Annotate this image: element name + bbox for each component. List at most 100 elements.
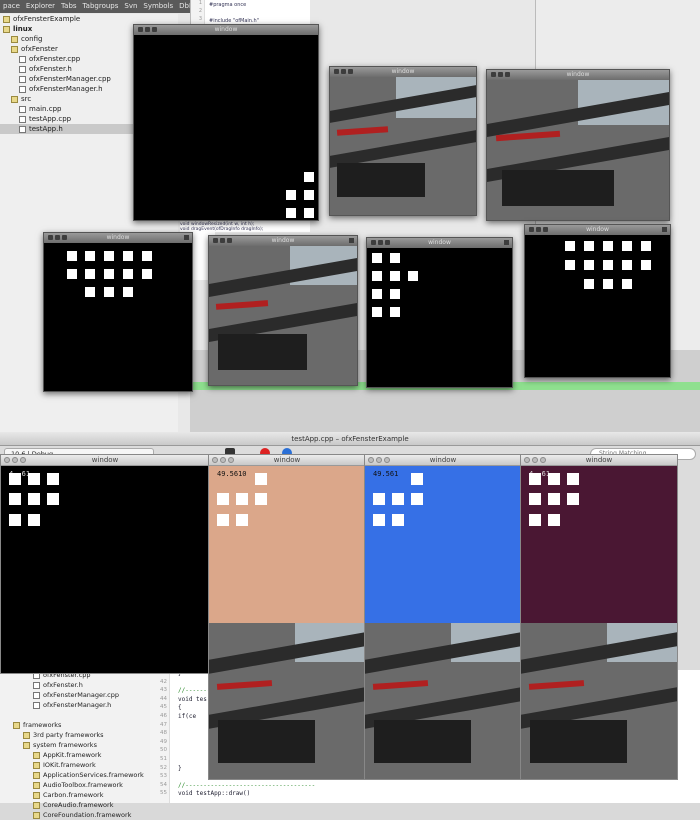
tree-item-label: ApplicationServices.framework (43, 771, 144, 779)
window-titlebar[interactable]: window (365, 455, 521, 466)
tree-item[interactable]: ofxFensterManager.cpp (0, 690, 150, 700)
folder-icon (3, 15, 10, 23)
window-canvas (44, 243, 192, 391)
tree-item[interactable]: Carbon.framework (0, 790, 150, 800)
top-sidebar-tabs: pace Explorer Tabs Tabgroups Svn Symbols DbEx (0, 0, 200, 13)
code-line: { (178, 704, 182, 712)
tree-item-label: ofxFenster.cpp (29, 55, 81, 63)
window-title: window (586, 226, 609, 233)
tree-item[interactable]: ofxFenster.h (0, 680, 150, 690)
window-photo (209, 246, 357, 385)
tree-item-label: ofxFensterExample (13, 15, 81, 23)
line-number: 45 (160, 704, 167, 711)
tree-item-label: testApp.cpp (29, 115, 72, 123)
window-black-triangle[interactable]: window (524, 224, 671, 378)
window-titlebar[interactable]: window (134, 25, 318, 35)
window-canvas: 4_.61 (1, 466, 209, 673)
tree-item-label: CoreFoundation.framework (43, 811, 132, 819)
tree-item-label: AudioToolbox.framework (43, 781, 123, 789)
tree-item[interactable]: AudioToolbox.framework (0, 780, 150, 790)
window-titlebar[interactable]: window (330, 67, 476, 77)
folder-icon (33, 791, 40, 799)
window-titlebar[interactable]: window (525, 225, 670, 235)
window-photo-3[interactable]: window (208, 235, 358, 386)
window-photo (521, 623, 677, 779)
code-line: #pragma once (209, 2, 247, 8)
window-canvas (134, 35, 318, 220)
fps-readout: 49.5610 (217, 470, 247, 478)
file-icon (19, 55, 26, 63)
line-number: 54 (160, 781, 167, 788)
line-number: 3 (198, 16, 202, 22)
sidebar-tab[interactable]: Tabs (61, 2, 77, 11)
tree-item[interactable] (0, 710, 150, 720)
folder-icon (13, 721, 20, 729)
window-title: window (585, 456, 613, 464)
folder-icon (23, 731, 30, 739)
window-black-grid[interactable]: window (43, 232, 193, 392)
line-number: 49 (160, 738, 167, 745)
window-titlebar[interactable]: window (209, 455, 365, 466)
sidebar-tab[interactable]: Svn (124, 2, 137, 11)
tree-item-label: system frameworks (33, 741, 97, 749)
mac-window-plum[interactable]: window 4_.61 (520, 454, 678, 780)
tree-item[interactable]: IOKit.framework (0, 760, 150, 770)
window-black-corner[interactable]: window (133, 24, 319, 221)
tree-item[interactable]: ApplicationServices.framework (0, 770, 150, 780)
window-titlebar[interactable]: window (367, 238, 512, 248)
sidebar-tab[interactable]: Symbols (143, 2, 173, 11)
tree-item[interactable]: CoreAudio.framework (0, 800, 150, 810)
window-title: window (273, 456, 301, 464)
window-titlebar[interactable]: window (1, 455, 209, 466)
tree-item-label: AppKit.framework (43, 751, 102, 759)
mac-window-blue[interactable]: window 49.561 (364, 454, 522, 780)
tree-item-label: linux (13, 25, 33, 33)
folder-icon (33, 771, 40, 779)
file-icon (33, 701, 40, 709)
tree-item[interactable]: AppKit.framework (0, 750, 150, 760)
file-icon (19, 65, 26, 73)
folder-icon (33, 761, 40, 769)
mac-window-black[interactable]: window 4_.61 (0, 454, 210, 674)
xcode-window-title: testApp.cpp – ofxFensterExample (0, 432, 700, 446)
folder-icon (11, 45, 18, 53)
sidebar-tab[interactable]: Explorer (26, 2, 55, 11)
window-title: window (429, 456, 457, 464)
tree-item[interactable]: frameworks (0, 720, 150, 730)
tree-item[interactable]: CoreFoundation.framework (0, 810, 150, 820)
line-number: 53 (160, 773, 167, 780)
tree-item[interactable]: ofxFensterManager.h (0, 700, 150, 710)
folder-icon (11, 35, 18, 43)
window-photo-2[interactable]: window (486, 69, 670, 221)
tree-item[interactable]: system frameworks (0, 740, 150, 750)
window-photo-1[interactable]: window (329, 66, 477, 216)
mac-window-peach[interactable]: window 49.5610 (208, 454, 366, 780)
tree-item-label: ofxFensterManager.h (43, 701, 112, 709)
folder-icon (3, 25, 10, 33)
window-black-column[interactable]: window (366, 237, 513, 388)
tree-item-label: ofxFensterManager.h (29, 85, 103, 93)
line-number: 51 (160, 755, 167, 762)
line-number: 50 (160, 747, 167, 754)
window-canvas (525, 235, 670, 377)
tree-item[interactable]: ofxFensterExample (0, 14, 178, 24)
window-titlebar[interactable]: window (209, 236, 357, 246)
tree-item-label: 3rd party frameworks (33, 731, 104, 739)
file-icon (19, 125, 26, 133)
window-titlebar[interactable]: window (44, 233, 192, 243)
line-number: 44 (160, 695, 167, 702)
window-title: window (391, 68, 415, 75)
code-line: } (178, 764, 182, 772)
tree-item[interactable]: 3rd party frameworks (0, 730, 150, 740)
tree-item-label: ofxFensterManager.cpp (43, 691, 120, 699)
xcode-project-tree: ofxFenster.cpp ofxFenster.h ofxFensterMana… (0, 670, 150, 819)
line-number: 52 (160, 764, 167, 771)
sidebar-tab[interactable]: Tabgroups (83, 2, 119, 11)
sidebar-tab[interactable]: pace (3, 2, 20, 11)
window-titlebar[interactable]: window (521, 455, 677, 466)
window-titlebar[interactable]: window (487, 70, 669, 80)
tree-item-label: testApp.h (29, 125, 63, 133)
line-number: 48 (160, 730, 167, 737)
folder-icon (33, 811, 40, 819)
file-icon (33, 681, 40, 689)
